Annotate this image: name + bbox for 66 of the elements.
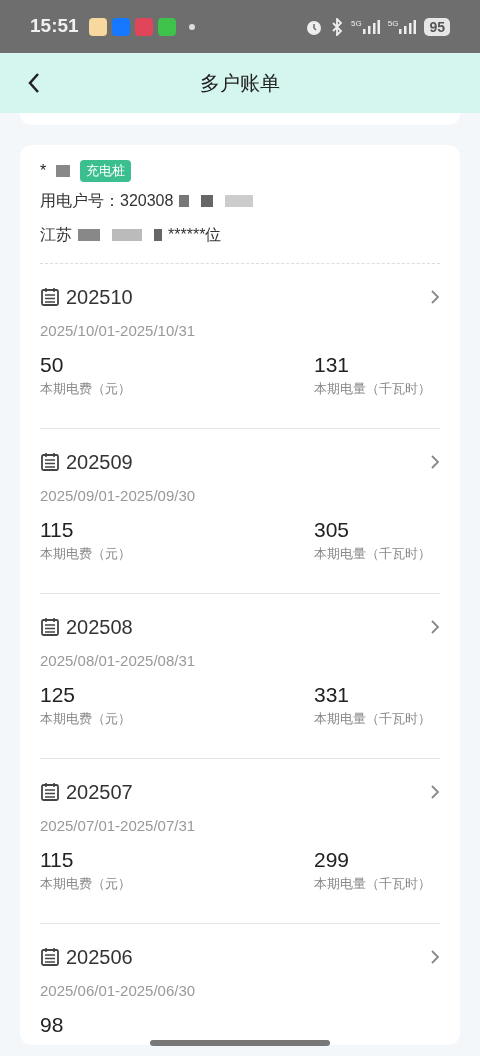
bill-month: 202506 xyxy=(66,945,133,970)
bill-month: 202509 xyxy=(66,450,133,475)
calendar-icon xyxy=(40,617,60,637)
redaction-mark xyxy=(112,229,142,241)
fee-label: 本期电费（元） xyxy=(40,874,132,893)
address-text: 江苏 xyxy=(40,225,72,245)
app-icon xyxy=(134,17,153,36)
redaction-mark xyxy=(179,195,190,207)
fee-label: 本期电费（元） xyxy=(40,379,132,398)
bill-month: 202510 xyxy=(66,285,133,310)
bluetooth-icon xyxy=(331,17,344,36)
chevron-right-icon xyxy=(430,289,440,305)
redaction-mark xyxy=(201,195,214,207)
calendar-icon xyxy=(40,947,60,967)
usage-label: 本期电量（千瓦时） xyxy=(314,709,432,728)
fee-value: 125 xyxy=(40,681,77,708)
bill-period: 2025/09/01-2025/09/30 xyxy=(40,486,197,506)
bill-row[interactable]: 202510 xyxy=(40,282,440,312)
bill-row[interactable]: 202507 xyxy=(40,777,440,807)
tag-badge: 充电桩 xyxy=(80,160,132,182)
calendar-icon xyxy=(40,782,60,802)
usage-value: 331 xyxy=(314,681,351,708)
address-text: ******位 xyxy=(168,225,222,245)
signal-icon xyxy=(361,19,380,34)
bill-period: 2025/10/01-2025/10/31 xyxy=(40,321,197,341)
account-number: 用电户号：320308 xyxy=(40,191,174,211)
chevron-right-icon xyxy=(430,619,440,635)
bill-row[interactable]: 202508 xyxy=(40,612,440,642)
usage-value: 299 xyxy=(314,846,351,873)
usage-label: 本期电量（千瓦时） xyxy=(314,379,432,398)
fee-value: 115 xyxy=(40,846,75,873)
bill-row[interactable]: 202506 xyxy=(40,942,440,972)
usage-value: 305 xyxy=(314,516,351,543)
chevron-right-icon xyxy=(430,784,440,800)
redaction-mark xyxy=(56,165,71,177)
app-icon xyxy=(157,17,176,36)
fee-value: 115 xyxy=(40,516,75,543)
chevron-right-icon xyxy=(430,454,440,470)
fee-label: 本期电费（元） xyxy=(40,544,132,563)
usage-label: 本期电量（千瓦时） xyxy=(314,544,432,563)
calendar-icon xyxy=(40,287,60,307)
app-icon xyxy=(88,17,107,36)
app-icon xyxy=(111,17,130,36)
bill-period: 2025/06/01-2025/06/30 xyxy=(40,981,197,1001)
battery-indicator: 95 xyxy=(424,17,450,36)
bill-period: 2025/07/01-2025/07/31 xyxy=(40,816,197,836)
fee-value: 50 xyxy=(40,351,65,378)
status-time: 15:51 xyxy=(30,14,79,39)
usage-label: 本期电量（千瓦时） xyxy=(314,874,432,893)
network-label: 5G xyxy=(387,19,399,28)
account-name: * xyxy=(40,161,47,181)
redaction-mark xyxy=(154,229,162,241)
signal-icon xyxy=(398,19,417,34)
fee-label: 本期电费（元） xyxy=(40,709,132,728)
bill-row[interactable]: 202509 xyxy=(40,447,440,477)
bill-period: 2025/08/01-2025/08/31 xyxy=(40,651,197,671)
network-label: 5G xyxy=(351,19,362,28)
page-title: 多户账单 xyxy=(200,71,280,96)
usage-value: 131 xyxy=(314,351,351,378)
fee-value: 98 xyxy=(40,1011,65,1038)
calendar-icon xyxy=(40,452,60,472)
redaction-mark xyxy=(225,195,254,207)
redaction-mark xyxy=(78,229,100,241)
chevron-right-icon xyxy=(430,949,440,965)
bill-month: 202507 xyxy=(66,780,133,805)
bill-month: 202508 xyxy=(66,615,133,640)
